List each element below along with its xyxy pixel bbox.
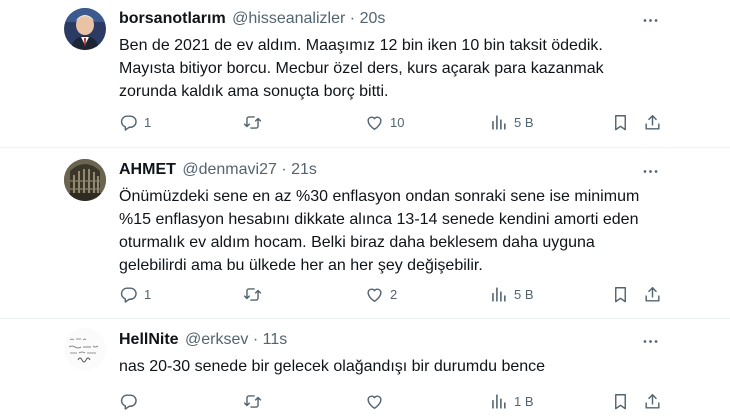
tweet-text-line: zorunda kaldık ama sonuçta borç bitti. bbox=[119, 83, 389, 100]
views-button[interactable]: 5 B bbox=[489, 110, 534, 134]
retweet-button[interactable] bbox=[243, 282, 268, 306]
separator-dot: · bbox=[281, 161, 287, 178]
heart-icon bbox=[367, 116, 382, 130]
reply-count: 1 bbox=[144, 286, 152, 302]
tweet[interactable]: borsanotlarım @hisseanalizler · 20s Ben … bbox=[0, 0, 730, 148]
user-handle[interactable]: @denmavi27 bbox=[182, 161, 277, 178]
separator-dot: · bbox=[252, 331, 259, 348]
display-name[interactable]: borsanotlarım bbox=[119, 10, 226, 27]
avatar[interactable] bbox=[64, 159, 106, 201]
reply-icon bbox=[120, 393, 137, 410]
retweet-button[interactable] bbox=[243, 110, 268, 134]
tweet-header: AHMET @denmavi27 · 21s bbox=[119, 159, 650, 181]
views-icon bbox=[492, 393, 506, 409]
tweet-text-line: Önümüzdeki sene en az %30 enflasyon onda… bbox=[119, 188, 640, 205]
views-button[interactable]: 1 B bbox=[489, 389, 534, 413]
reply-count: 1 bbox=[144, 114, 152, 130]
bookmark-icon bbox=[615, 114, 626, 130]
display-name[interactable]: AHMET bbox=[119, 161, 176, 178]
retweet-icon bbox=[243, 115, 262, 129]
view-count: 5 B bbox=[514, 114, 534, 130]
bookmark-button[interactable] bbox=[611, 389, 630, 413]
view-count: 5 B bbox=[514, 286, 534, 302]
like-button[interactable]: 2 bbox=[365, 282, 397, 306]
timestamp[interactable]: 21s bbox=[291, 161, 317, 178]
action-bar: 1 2 5 B bbox=[119, 282, 664, 306]
views-icon bbox=[492, 114, 506, 130]
heart-icon bbox=[367, 288, 382, 302]
separator-dot: · bbox=[349, 10, 356, 27]
tweet-header: HellNite @erksev · 11s bbox=[119, 329, 650, 351]
more-icon[interactable] bbox=[640, 331, 660, 351]
tweet-text-line: nas 20-30 senede bir gelecek olağandışı … bbox=[119, 358, 546, 375]
bookmark-icon bbox=[615, 286, 626, 302]
tweet-text-line: oturmalık ev aldım hocam. Belki biraz da… bbox=[119, 234, 595, 251]
share-button[interactable] bbox=[643, 282, 662, 306]
user-handle[interactable]: @hisseanalizler bbox=[232, 10, 345, 27]
tweet[interactable]: HellNite @erksev · 11s nas 20-30 senede … bbox=[0, 319, 730, 420]
like-count: 10 bbox=[390, 114, 405, 130]
like-button[interactable]: 10 bbox=[365, 110, 404, 134]
share-icon bbox=[645, 393, 660, 409]
user-handle[interactable]: @erksev bbox=[185, 331, 248, 348]
share-button[interactable] bbox=[643, 110, 662, 134]
tweet-text-line: Mayısta bitiyor borcu. Mecbur özel ders,… bbox=[119, 60, 604, 77]
timestamp[interactable]: 20s bbox=[360, 10, 386, 27]
bookmark-button[interactable] bbox=[611, 110, 630, 134]
retweet-icon bbox=[243, 287, 262, 301]
timestamp[interactable]: 11s bbox=[263, 331, 288, 348]
action-bar: 1 B bbox=[119, 389, 664, 413]
display-name[interactable]: HellNite bbox=[119, 331, 179, 348]
more-icon[interactable] bbox=[640, 10, 660, 30]
retweet-icon bbox=[243, 394, 262, 408]
bookmark-button[interactable] bbox=[611, 282, 630, 306]
tweet-text-line: %15 enflasyon hesabını dikkate alınca 13… bbox=[119, 211, 639, 228]
action-bar: 1 10 5 B bbox=[119, 110, 664, 134]
tweet-header: borsanotlarım @hisseanalizler · 20s bbox=[119, 8, 650, 30]
views-icon bbox=[492, 286, 506, 302]
tweet-text: Ben de 2021 de ev aldım. Maaşımız 12 bin… bbox=[119, 34, 659, 103]
reply-button[interactable]: 1 bbox=[119, 282, 151, 306]
reply-icon bbox=[120, 286, 137, 303]
avatar[interactable] bbox=[64, 8, 106, 50]
tweet[interactable]: AHMET @denmavi27 · 21s Önümüzdeki sene e… bbox=[0, 148, 730, 319]
tweet-text: Önümüzdeki sene en az %30 enflasyon onda… bbox=[119, 185, 659, 277]
bookmark-icon bbox=[615, 393, 626, 409]
reply-button[interactable] bbox=[119, 389, 144, 413]
like-count: 2 bbox=[390, 286, 398, 302]
views-button[interactable]: 5 B bbox=[489, 282, 534, 306]
view-count: 1 B bbox=[514, 393, 534, 409]
retweet-button[interactable] bbox=[243, 389, 268, 413]
heart-icon bbox=[367, 395, 382, 409]
tweet-text-line: Ben de 2021 de ev aldım. Maaşımız 12 bin… bbox=[119, 37, 603, 54]
more-icon[interactable] bbox=[640, 161, 660, 181]
share-icon bbox=[645, 286, 660, 302]
share-icon bbox=[645, 114, 660, 130]
reply-icon bbox=[120, 114, 137, 131]
like-button[interactable] bbox=[365, 389, 390, 413]
share-button[interactable] bbox=[643, 389, 662, 413]
tweet-text-line: gelebilirdi ama bu ülkede her an her şey… bbox=[119, 257, 483, 274]
reply-button[interactable]: 1 bbox=[119, 110, 151, 134]
avatar[interactable] bbox=[64, 328, 106, 370]
tweet-text: nas 20-30 senede bir gelecek olağandışı … bbox=[119, 355, 659, 378]
